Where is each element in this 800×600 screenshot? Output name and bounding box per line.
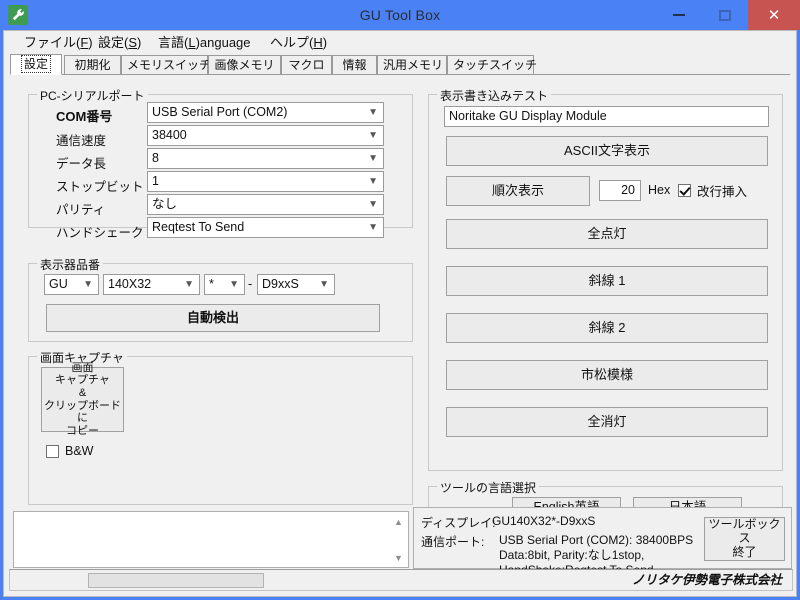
autodetect-button[interactable]: 自動検出: [46, 304, 380, 332]
hex-label: Hex: [648, 183, 671, 197]
menu-language[interactable]: 言語(L)anguage: [152, 31, 257, 54]
menu-help[interactable]: ヘルプ(H): [264, 31, 333, 54]
menu-bar: ファイル(F) 設定(S) 言語(L)anguage ヘルプ(H): [4, 31, 796, 54]
combo-parity-value: なし: [152, 197, 178, 211]
display-status-label: ディスプレイ:: [421, 516, 496, 530]
log-scrollbar[interactable]: ▲ ▼: [390, 513, 407, 566]
group-write-test: 表示書き込みテスト Noritake GU Display Module ASC…: [428, 87, 783, 471]
combo-baud-rate[interactable]: 38400 ▼: [147, 125, 384, 146]
tab-macro[interactable]: マクロ: [281, 55, 332, 75]
diagonal-2-button[interactable]: 斜線 2: [446, 313, 768, 343]
display-text-input[interactable]: Noritake GU Display Module: [444, 106, 769, 127]
tab-general-memory[interactable]: 汎用メモリ: [377, 55, 447, 75]
label-baud-rate: 通信速度: [56, 134, 107, 148]
maximize-button[interactable]: [702, 0, 748, 30]
chevron-down-icon: ▼: [83, 279, 93, 290]
tab-touch-switch[interactable]: タッチスイッチ: [447, 55, 537, 75]
combo-model-prefix-value: GU: [49, 277, 68, 291]
combo-model-variant-value: *: [209, 277, 214, 291]
menu-file[interactable]: ファイル(F): [18, 31, 99, 54]
menu-settings[interactable]: 設定(S): [92, 31, 147, 54]
bw-checkbox[interactable]: B&W: [46, 444, 93, 458]
tab-settings[interactable]: 設定: [10, 54, 62, 75]
tab-image-memory[interactable]: 画像メモリ: [208, 55, 281, 75]
log-output[interactable]: ▲ ▼: [13, 511, 409, 568]
group-label-write-test: 表示書き込みテスト: [437, 87, 552, 104]
chevron-down-icon: ▼: [184, 279, 194, 290]
scroll-up-icon[interactable]: ▲: [390, 513, 407, 530]
group-label-language-select: ツールの言語選択: [437, 479, 540, 496]
scroll-down-icon[interactable]: ▼: [390, 549, 407, 566]
combo-parity[interactable]: なし ▼: [147, 194, 384, 215]
label-stop-bits: ストップビット: [56, 180, 144, 194]
company-name: ノリタケ伊勢電子株式会社: [631, 573, 782, 587]
maximize-icon: [719, 9, 731, 21]
status-bar: ノリタケ伊勢電子株式会社: [9, 569, 793, 591]
chevron-down-icon: ▼: [229, 279, 239, 290]
combo-handshake[interactable]: Reqtest To Send ▼: [147, 217, 384, 238]
combo-data-bits[interactable]: 8 ▼: [147, 148, 384, 169]
combo-model-prefix[interactable]: GU ▼: [44, 274, 99, 295]
chevron-down-icon: ▼: [368, 130, 378, 141]
hex-value-input[interactable]: 20: [599, 180, 641, 201]
combo-model-resolution[interactable]: 140X32 ▼: [103, 274, 200, 295]
group-screen-capture: 画面キャプチャ 画面 キャプチャ & クリップボードに コピー B&W: [28, 349, 413, 505]
group-label-device-model: 表示器品番: [37, 256, 104, 273]
ascii-display-button[interactable]: ASCII文字表示: [446, 136, 768, 166]
connection-status-panel: ディスプレイ: GU140X32*-D9xxS 通信ポート: USB Seria…: [413, 507, 792, 577]
chevron-down-icon: ▼: [368, 222, 378, 233]
tab-info[interactable]: 情報: [332, 55, 377, 75]
close-icon: ✕: [767, 5, 781, 24]
app-window: GU Tool Box ✕ ファイル(F) 設定(S) 言語(L)anguage…: [0, 0, 800, 600]
combo-model-variant[interactable]: * ▼: [204, 274, 245, 295]
port-status-label: 通信ポート:: [421, 535, 485, 549]
display-status-value: GU140X32*-D9xxS: [492, 514, 596, 528]
chevron-down-icon: ▼: [368, 199, 378, 210]
chevron-down-icon: ▼: [368, 176, 378, 187]
group-label-serial-port: PC-シリアルポート: [37, 87, 148, 104]
newline-insert-checkbox[interactable]: 改行挿入: [678, 181, 747, 200]
combo-stop-bits-value: 1: [152, 174, 159, 188]
group-device-model: 表示器品番 GU ▼ 140X32 ▼ * ▼ - D9xxS ▼ 自動検出: [28, 256, 413, 342]
bw-checkbox-label: B&W: [65, 444, 94, 458]
sequential-display-button[interactable]: 順次表示: [446, 176, 590, 206]
window-controls: ✕: [656, 0, 800, 30]
chevron-down-icon: ▼: [368, 153, 378, 164]
progress-bar: [88, 573, 264, 588]
label-com-number: COM番号: [56, 109, 113, 124]
group-serial-port: PC-シリアルポート COM番号 通信速度 データ長 ストップビット パリティ …: [28, 87, 413, 240]
newline-insert-checkbox-box: [678, 184, 691, 197]
combo-baud-rate-value: 38400: [152, 128, 187, 142]
close-button[interactable]: ✕: [748, 0, 800, 30]
all-on-button[interactable]: 全点灯: [446, 219, 768, 249]
combo-handshake-value: Reqtest To Send: [152, 220, 245, 234]
all-off-button[interactable]: 全消灯: [446, 407, 768, 437]
exit-toolbox-button[interactable]: ツールボックス 終了: [704, 517, 785, 561]
minimize-button[interactable]: [656, 0, 702, 30]
chevron-down-icon: ▼: [368, 107, 378, 118]
model-separator: -: [248, 277, 253, 291]
bw-checkbox-box: [46, 444, 59, 458]
chevron-down-icon: ▼: [319, 279, 329, 290]
combo-model-suffix[interactable]: D9xxS ▼: [257, 274, 335, 295]
combo-data-bits-value: 8: [152, 151, 159, 165]
tab-initialize[interactable]: 初期化: [64, 55, 121, 75]
combo-model-suffix-value: D9xxS: [262, 277, 299, 291]
title-bar: GU Tool Box ✕: [0, 0, 800, 30]
label-parity: パリティ: [56, 203, 106, 217]
combo-com-number[interactable]: USB Serial Port (COM2) ▼: [147, 102, 384, 123]
combo-model-resolution-value: 140X32: [108, 277, 152, 291]
capture-to-clipboard-button[interactable]: 画面 キャプチャ & クリップボードに コピー: [41, 362, 124, 437]
minimize-icon: [673, 14, 685, 16]
checker-pattern-button[interactable]: 市松模様: [446, 360, 768, 390]
label-handshake: ハンドシェーク: [56, 226, 144, 240]
tab-memory-switch[interactable]: メモリスイッチ: [121, 55, 211, 75]
newline-insert-label: 改行挿入: [697, 185, 748, 199]
tab-strip: 設定 初期化 メモリスイッチ 画像メモリ マクロ 情報 汎用メモリ タッチスイッ…: [10, 54, 796, 75]
combo-stop-bits[interactable]: 1 ▼: [147, 171, 384, 192]
client-area: ファイル(F) 設定(S) 言語(L)anguage ヘルプ(H) 設定 初期化…: [3, 30, 797, 597]
combo-com-number-value: USB Serial Port (COM2): [152, 105, 288, 119]
label-data-bits: データ長: [56, 157, 107, 171]
diagonal-1-button[interactable]: 斜線 1: [446, 266, 768, 296]
